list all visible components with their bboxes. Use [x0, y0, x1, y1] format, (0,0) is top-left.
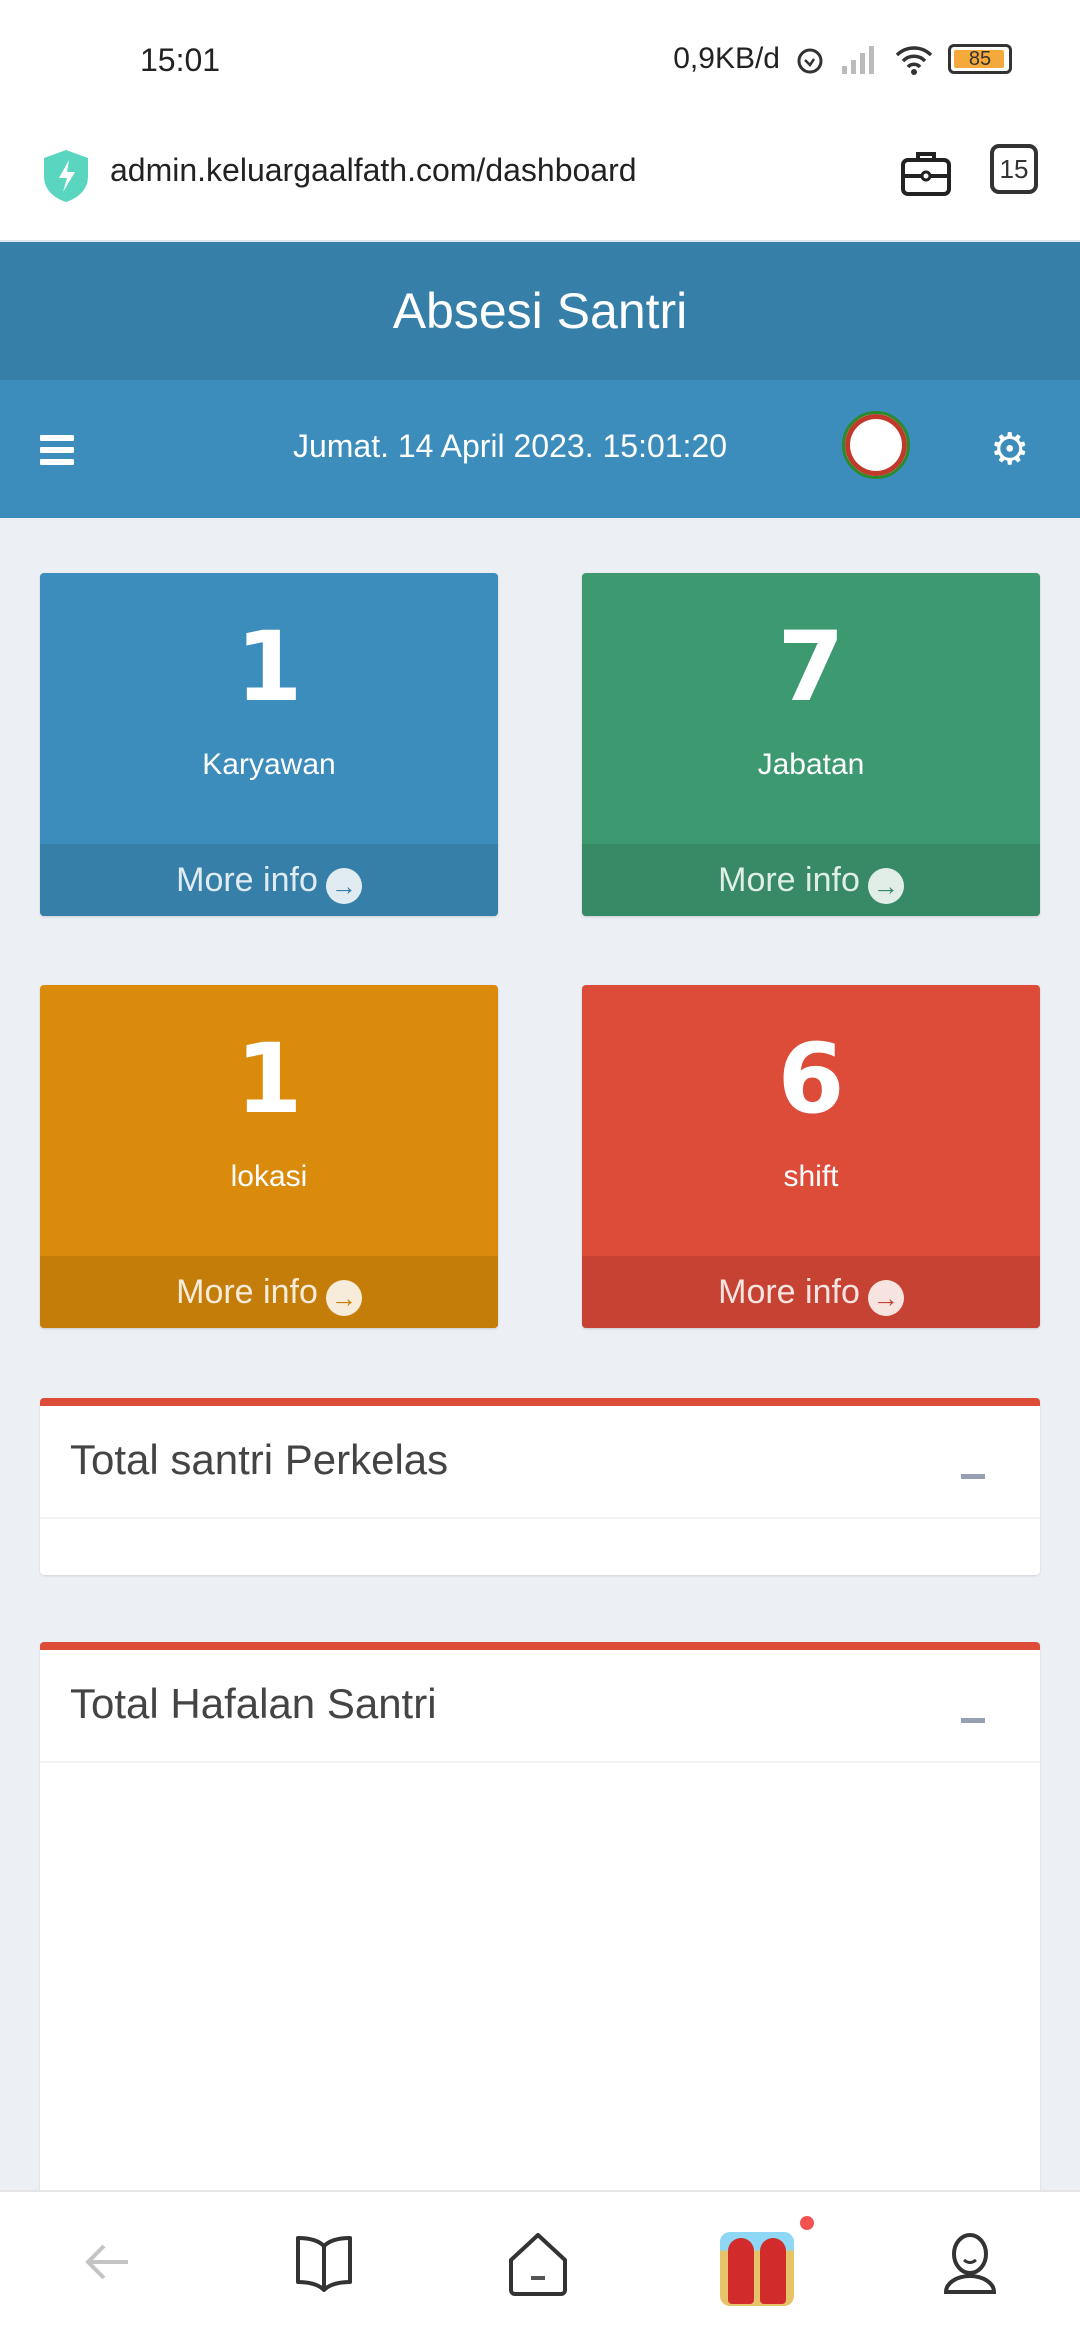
stat-box-lokasi: 1 lokasi More info → [40, 985, 498, 1328]
stat-value: 1 [235, 611, 303, 723]
briefcase-icon[interactable] [900, 148, 952, 200]
clock: 15:01 [140, 42, 221, 78]
browser-address-bar[interactable]: admin.keluargaalfath.com/dashboard 15 [0, 120, 1080, 242]
more-info-link[interactable]: More info → [582, 844, 1040, 916]
browser-bottom-nav [0, 2190, 1080, 2340]
stat-value: 1 [235, 1023, 303, 1135]
collapse-button[interactable] [961, 1718, 985, 1723]
arrow-circle-right-icon: → [325, 868, 362, 904]
more-info-text: More info [718, 861, 860, 899]
back-icon[interactable] [82, 2232, 132, 2292]
more-info-link[interactable]: More info → [40, 844, 498, 916]
navbar: Jumat. 14 April 2023. 15:01:20 ⚙ [0, 380, 1080, 518]
stat-value: 6 [777, 1023, 845, 1135]
more-info-text: More info [718, 1273, 860, 1311]
panel-title: Total Hafalan Santri [70, 1680, 437, 1727]
arrow-circle-right-icon: → [867, 1280, 904, 1316]
network-speed: 0,9KB/d [673, 42, 780, 75]
bookmarks-icon[interactable] [294, 2232, 354, 2292]
stat-box-jabatan: 7 Jabatan More info → [582, 573, 1040, 916]
status-bar: 15:01 0,9KB/d 85 [0, 0, 1080, 120]
panel-title: Total santri Perkelas [70, 1436, 449, 1483]
alarm-icon [797, 48, 823, 74]
notification-dot [800, 2216, 814, 2230]
stat-box-karyawan: 1 Karyawan More info → [40, 573, 498, 916]
url-text[interactable]: admin.keluargaalfath.com/dashboard [110, 152, 637, 189]
home-icon[interactable] [508, 2232, 568, 2296]
panel-total-santri-perkelas: Total santri Perkelas [40, 1398, 1040, 1575]
more-info-link[interactable]: More info → [40, 1256, 498, 1328]
more-info-text: More info [176, 1273, 318, 1311]
arrow-circle-right-icon: → [325, 1280, 362, 1316]
game-app-icon[interactable] [720, 2232, 794, 2306]
collapse-button[interactable] [961, 1474, 985, 1479]
app-title: Absesi Santri [0, 242, 1080, 380]
gears-icon[interactable]: ⚙ [990, 424, 1029, 475]
stat-label: lokasi [230, 1160, 308, 1193]
panel-total-hafalan-santri: Total Hafalan Santri [40, 1642, 1040, 2242]
more-info-link[interactable]: More info → [582, 1256, 1040, 1328]
signal-icon [842, 46, 874, 74]
logo-seal[interactable] [842, 411, 910, 479]
stat-label: Jabatan [757, 748, 865, 781]
current-datetime: Jumat. 14 April 2023. 15:01:20 [292, 428, 728, 464]
stat-label: shift [783, 1160, 839, 1193]
stat-label: Karyawan [202, 748, 336, 781]
stat-value: 7 [777, 611, 845, 723]
tabs-button[interactable]: 15 [990, 144, 1038, 194]
shield-bolt-icon [44, 150, 88, 202]
wifi-icon [895, 46, 933, 75]
stat-box-shift: 6 shift More info → [582, 985, 1040, 1328]
more-info-text: More info [176, 861, 318, 899]
battery-level: 85 [968, 47, 992, 70]
profile-icon[interactable] [942, 2232, 998, 2296]
arrow-circle-right-icon: → [867, 868, 904, 904]
battery-icon: 85 [948, 44, 1012, 74]
